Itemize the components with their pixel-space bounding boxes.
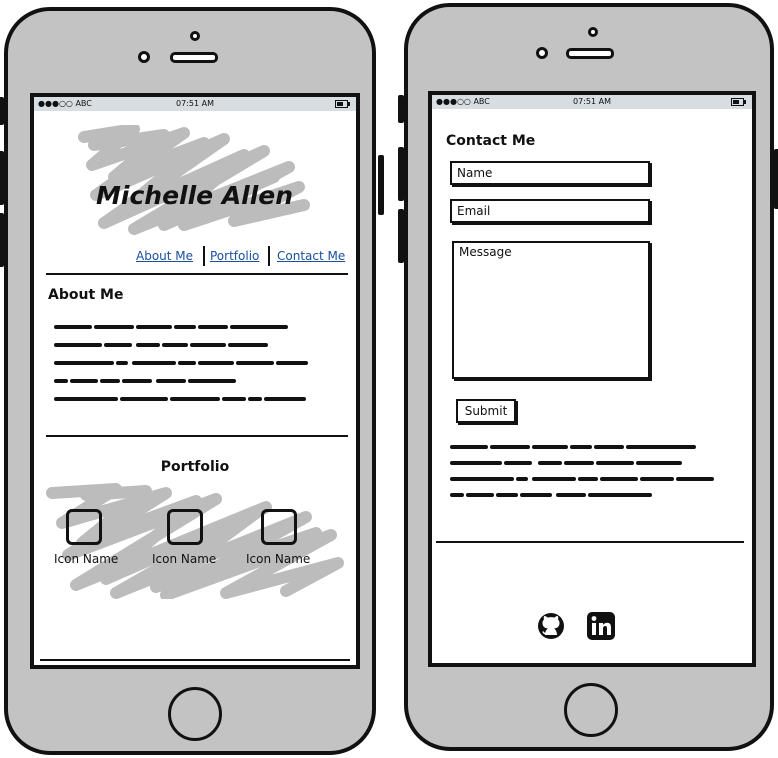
- nav-link-about-me[interactable]: About Me: [136, 249, 193, 263]
- phone-frame-right: ●●●○○ ABC 07:51 AM Contact Me Message Su…: [398, 3, 778, 751]
- screen-left: ●●●○○ ABC 07:51 AM Michelle Allen About …: [30, 93, 360, 669]
- section-divider: [46, 273, 348, 275]
- about-heading: About Me: [48, 287, 124, 303]
- github-icon[interactable]: [536, 611, 566, 641]
- portfolio-icon-label: Icon Name: [246, 552, 311, 566]
- portfolio-heading: Portfolio: [160, 459, 230, 475]
- clock: 07:51 AM: [573, 97, 611, 106]
- nav-link-portfolio[interactable]: Portfolio: [210, 249, 259, 263]
- email-field[interactable]: [450, 199, 650, 223]
- phone-frame-left: ●●●○○ ABC 07:51 AM Michelle Allen About …: [0, 7, 384, 755]
- site-title: Michelle Allen: [96, 181, 294, 210]
- volume-up-button: [0, 151, 4, 205]
- home-button[interactable]: [168, 687, 222, 741]
- section-divider: [46, 435, 348, 437]
- nav-separator: [268, 246, 270, 266]
- name-field[interactable]: [450, 161, 650, 185]
- portfolio-icon[interactable]: [66, 509, 102, 545]
- status-bar: ●●●○○ ABC 07:51 AM: [34, 97, 356, 111]
- contact-heading: Contact Me: [446, 133, 536, 149]
- about-placeholder-text: [54, 325, 308, 401]
- section-divider: [436, 541, 744, 543]
- volume-down-button: [0, 213, 4, 267]
- portfolio-icon[interactable]: [261, 509, 297, 545]
- message-field[interactable]: Message: [452, 241, 650, 379]
- portfolio-icon[interactable]: [167, 509, 203, 545]
- nav-link-contact-me[interactable]: Contact Me: [277, 249, 345, 263]
- status-bar: ●●●○○ ABC 07:51 AM: [432, 95, 752, 109]
- home-button[interactable]: [564, 683, 618, 737]
- nav-separator: [203, 246, 205, 266]
- mute-switch: [0, 97, 4, 125]
- battery-icon: [335, 100, 350, 108]
- screen-right: ●●●○○ ABC 07:51 AM Contact Me Message Su…: [428, 91, 756, 667]
- portfolio-icon-label: Icon Name: [54, 552, 119, 566]
- battery-icon: [731, 98, 746, 106]
- front-sensor: [588, 27, 598, 37]
- earpiece-speaker: [566, 48, 614, 59]
- earpiece-speaker: [170, 52, 218, 63]
- front-camera: [536, 47, 548, 59]
- section-divider: [40, 659, 350, 661]
- volume-up-button: [398, 147, 404, 201]
- power-button: [774, 149, 778, 209]
- front-camera: [138, 51, 150, 63]
- submit-button[interactable]: Submit: [456, 399, 516, 423]
- linkedin-icon[interactable]: [586, 611, 616, 641]
- mute-switch: [398, 95, 404, 123]
- portfolio-icon-label: Icon Name: [152, 552, 217, 566]
- volume-down-button: [398, 209, 404, 263]
- clock: 07:51 AM: [176, 99, 214, 108]
- contact-placeholder-text: [450, 445, 714, 497]
- front-sensor: [190, 31, 200, 41]
- power-button: [378, 155, 384, 215]
